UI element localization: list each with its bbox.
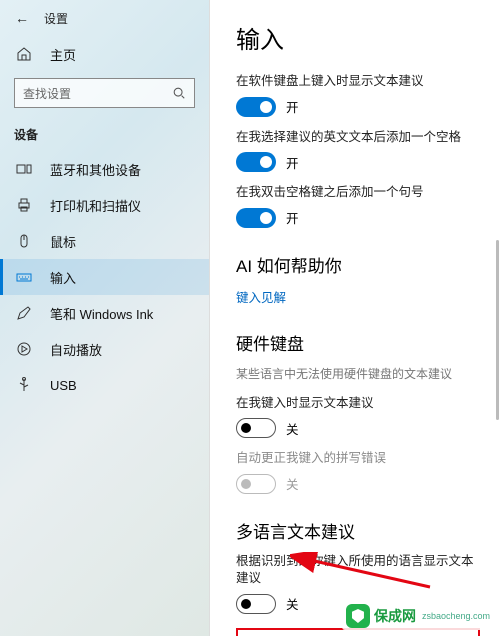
toggle-show-suggestions-soft-kb[interactable] bbox=[236, 97, 276, 117]
toggle-state: 关 bbox=[286, 474, 299, 493]
pen-icon bbox=[14, 303, 34, 323]
sidebar-section-devices: 设备 bbox=[0, 120, 209, 151]
sidebar-item-label: 自动播放 bbox=[50, 340, 102, 359]
toggle-state: 开 bbox=[286, 97, 299, 116]
back-arrow-icon[interactable]: ← bbox=[14, 10, 30, 26]
option-label: 在我选择建议的英文文本后添加一个空格 bbox=[236, 129, 480, 147]
sidebar-item-label: 输入 bbox=[50, 268, 76, 287]
mouse-icon bbox=[14, 231, 34, 251]
sidebar-item-label: 打印机和扫描仪 bbox=[50, 196, 141, 215]
autoplay-icon bbox=[14, 339, 34, 359]
sidebar-item-printers[interactable]: 打印机和扫描仪 bbox=[0, 187, 209, 223]
scrollbar[interactable] bbox=[495, 0, 500, 636]
printer-icon bbox=[14, 195, 34, 215]
toggle-multilingual[interactable] bbox=[236, 594, 276, 614]
watermark: 保成网 zsbaocheng.com bbox=[342, 602, 494, 630]
search-input[interactable]: 查找设置 bbox=[14, 78, 195, 108]
option-label: 根据识别到的你键入所使用的语言显示文本建议 bbox=[236, 553, 480, 588]
keyboard-icon bbox=[14, 267, 34, 287]
typing-insights-link[interactable]: 键入见解 bbox=[236, 287, 480, 306]
sidebar-item-typing[interactable]: 输入 bbox=[0, 259, 209, 295]
sidebar-item-mouse[interactable]: 鼠标 bbox=[0, 223, 209, 259]
window-title: 设置 bbox=[44, 10, 68, 27]
sidebar-home-label: 主页 bbox=[50, 45, 76, 64]
sidebar-item-pen[interactable]: 笔和 Windows Ink bbox=[0, 295, 209, 331]
toggle-hw-autocorrect bbox=[236, 474, 276, 494]
watermark-url: zsbaocheng.com bbox=[422, 611, 490, 621]
toggle-hw-suggestions[interactable] bbox=[236, 418, 276, 438]
option-label: 在我键入时显示文本建议 bbox=[236, 395, 480, 413]
section-multi-heading: 多语言文本建议 bbox=[236, 518, 480, 543]
usb-icon bbox=[14, 375, 34, 395]
sidebar-item-label: 鼠标 bbox=[50, 232, 76, 251]
option-label: 在软件键盘上键入时显示文本建议 bbox=[236, 73, 480, 91]
sidebar-item-usb[interactable]: USB bbox=[0, 367, 209, 403]
toggle-add-space[interactable] bbox=[236, 152, 276, 172]
bluetooth-icon bbox=[14, 159, 34, 179]
section-ai-heading: AI 如何帮助你 bbox=[236, 252, 480, 277]
sidebar-item-autoplay[interactable]: 自动播放 bbox=[0, 331, 209, 367]
sidebar-item-label: 蓝牙和其他设备 bbox=[50, 160, 141, 179]
hw-desc: 某些语言中无法使用硬件键盘的文本建议 bbox=[236, 365, 480, 383]
toggle-state: 关 bbox=[286, 419, 299, 438]
sidebar-item-bluetooth[interactable]: 蓝牙和其他设备 bbox=[0, 151, 209, 187]
title-bar: ← 设置 bbox=[0, 0, 209, 36]
sidebar-item-label: 笔和 Windows Ink bbox=[50, 304, 153, 323]
toggle-state: 开 bbox=[286, 208, 299, 227]
settings-sidebar: ← 设置 主页 查找设置 设备 蓝牙和其他设备 bbox=[0, 0, 210, 636]
toggle-add-period[interactable] bbox=[236, 208, 276, 228]
section-hw-heading: 硬件键盘 bbox=[236, 330, 480, 355]
main-content: 输入 在软件键盘上键入时显示文本建议 开 在我选择建议的英文文本后添加一个空格 … bbox=[210, 0, 500, 636]
page-title: 输入 bbox=[236, 20, 480, 55]
search-icon bbox=[172, 86, 186, 100]
sidebar-home[interactable]: 主页 bbox=[0, 36, 209, 72]
toggle-state: 关 bbox=[286, 594, 299, 613]
sidebar-item-label: USB bbox=[50, 378, 77, 393]
search-placeholder: 查找设置 bbox=[23, 85, 172, 102]
watermark-name: 保成网 bbox=[374, 606, 416, 626]
scroll-thumb[interactable] bbox=[496, 240, 499, 420]
watermark-logo-icon bbox=[346, 604, 370, 628]
option-label: 在我双击空格键之后添加一个句号 bbox=[236, 184, 480, 202]
home-icon bbox=[14, 44, 34, 64]
option-label: 自动更正我键入的拼写错误 bbox=[236, 450, 480, 468]
toggle-state: 开 bbox=[286, 153, 299, 172]
